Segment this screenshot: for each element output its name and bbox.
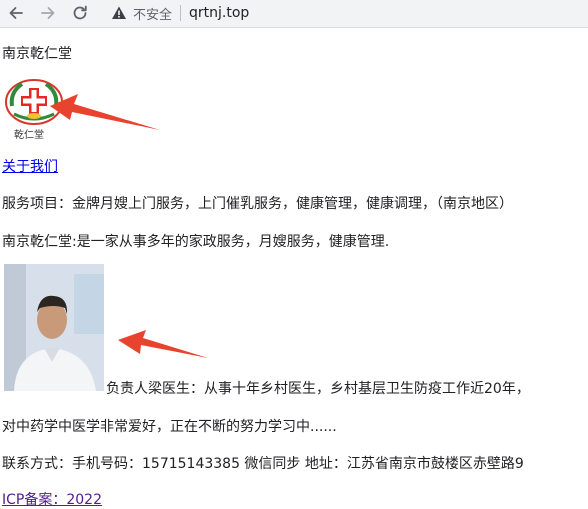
about-us-link[interactable]: 关于我们 [2,156,58,176]
warning-icon[interactable] [111,5,127,21]
browser-toolbar: 不安全 qrtnj.top [0,0,588,28]
red-arrow-icon [50,94,160,130]
address-separator [180,5,182,21]
reload-icon[interactable] [70,3,90,23]
site-title: 南京乾仁堂 [2,46,72,62]
red-arrow-icon [118,330,208,358]
security-status[interactable]: 不安全 [133,4,172,23]
doctor-photo [4,264,104,391]
address-bar[interactable]: 不安全 qrtnj.top [98,0,588,26]
logo-text: 乾仁堂 [14,130,44,141]
icp-link[interactable]: ICP备案：2022 [2,489,102,509]
services-text: 服务项目：金牌月嫂上门服务，上门催乳服务，健康管理，健康调理，（南京地区） [2,196,513,212]
intro-text: 南京乾仁堂:是一家从事多年的家政服务，月嫂服务，健康管理. [2,234,390,250]
back-arrow-icon[interactable] [6,3,26,23]
person-intro-line2: 对中药学中医学非常爱好，正在不断的努力学习中...... [2,419,337,435]
person-intro-line1: 负责人梁医生：从事十年乡村医生，乡村基层卫生防疫工作近20年， [106,381,530,397]
contact-text: 联系方式：手机号码：15715143385 微信同步 地址：江苏省南京市鼓楼区赤… [2,456,524,472]
forward-arrow-icon[interactable] [38,3,58,23]
url-text[interactable]: qrtnj.top [189,5,249,21]
